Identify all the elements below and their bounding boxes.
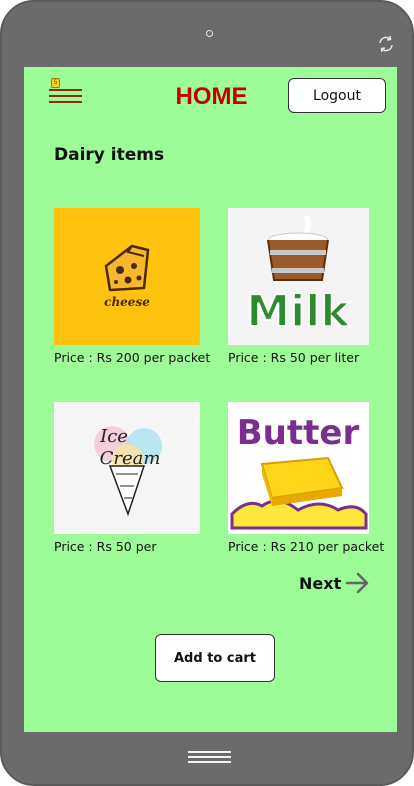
ice-cream-image[interactable]: Ice Cream	[54, 402, 200, 534]
home-bar-icon[interactable]	[188, 751, 231, 763]
cheese-image[interactable]: cheese	[54, 208, 200, 345]
butter-icon: Butter	[230, 413, 368, 530]
notification-badge: 5	[51, 78, 60, 88]
product-card-cheese[interactable]: cheese Price : Rs 200 per packet	[54, 208, 224, 365]
logout-button[interactable]: Logout	[288, 78, 386, 113]
ice-cream-image-text-1: Ice	[99, 426, 128, 447]
page-title: HOME	[175, 83, 248, 110]
ice-cream-icon: Ice Cream	[94, 426, 162, 517]
product-card-ice-cream[interactable]: Ice Cream Price : Rs 50 per	[54, 402, 224, 554]
milk-icon: Milk	[245, 214, 352, 338]
section-title: Dairy items	[54, 145, 165, 165]
cheese-icon: cheese	[104, 244, 150, 309]
camera-icon	[206, 30, 213, 37]
rotate-icon[interactable]	[376, 34, 396, 54]
milk-image[interactable]: Milk	[228, 208, 369, 345]
product-card-milk[interactable]: Milk Price : Rs 50 per liter	[228, 208, 398, 365]
cheese-image-text: cheese	[104, 295, 150, 309]
product-price-cheese: Price : Rs 200 per packet	[54, 350, 211, 365]
butter-image[interactable]: Butter	[228, 402, 369, 534]
milk-image-text: Milk	[246, 286, 351, 337]
product-card-butter[interactable]: Butter Price : Rs 210 per packet	[228, 402, 398, 554]
phone-frame: 5 HOME Logout Dairy items cheese Price :…	[0, 0, 414, 786]
product-price-milk: Price : Rs 50 per liter	[228, 350, 360, 365]
hamburger-menu-icon[interactable]: 5	[49, 78, 83, 105]
product-price-ice-cream: Price : Rs 50 per	[54, 539, 157, 554]
add-to-cart-button[interactable]: Add to cart	[155, 634, 275, 682]
butter-image-text: Butter	[237, 413, 360, 453]
product-price-butter: Price : Rs 210 per packet	[228, 539, 385, 554]
arrow-right-icon	[345, 572, 369, 594]
next-label: Next	[299, 573, 342, 593]
next-button[interactable]: Next	[299, 570, 371, 596]
ice-cream-image-text-2: Cream	[100, 448, 161, 469]
app-screen: 5 HOME Logout Dairy items cheese Price :…	[24, 67, 397, 732]
